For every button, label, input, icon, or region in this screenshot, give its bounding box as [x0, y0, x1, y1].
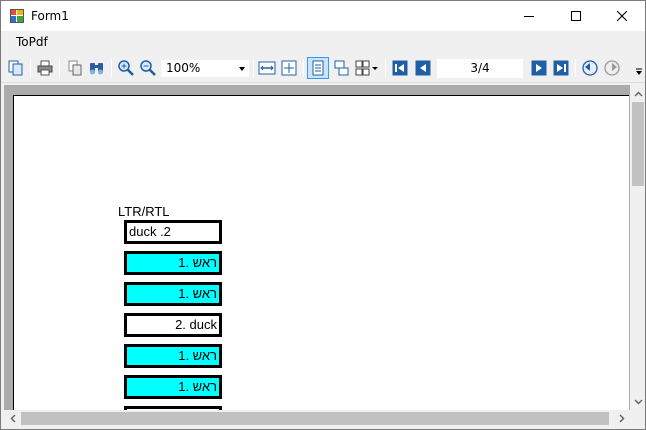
report-cell: ראש .1 [124, 282, 222, 306]
previous-page-icon [415, 60, 431, 76]
page-width-button[interactable] [256, 57, 278, 79]
copy-icon [8, 60, 23, 76]
first-page-button[interactable] [389, 57, 411, 79]
chevron-down-icon [634, 399, 643, 404]
vertical-scrollbar[interactable] [630, 85, 644, 410]
chevron-right-icon [619, 414, 624, 423]
copy-pages-icon [68, 60, 82, 76]
chevron-down-icon [239, 67, 245, 71]
vertical-scroll-thumb[interactable] [632, 102, 644, 186]
continuous-icon [334, 60, 349, 76]
whole-page-icon [281, 60, 297, 76]
chevron-down-icon [636, 68, 642, 75]
report-page: LTR/RTL duck .2 ראש .1 ראש .1 2. duck רא… [13, 95, 629, 427]
forward-button[interactable] [601, 57, 623, 79]
whole-page-button[interactable] [278, 57, 300, 79]
report-cell: ראש .1 [124, 375, 222, 399]
scroll-up-button[interactable] [630, 85, 644, 102]
scroll-down-button[interactable] [630, 393, 644, 410]
back-icon [582, 60, 598, 76]
multi-page-button[interactable] [354, 57, 380, 79]
toolbar-overflow-button[interactable] [634, 57, 644, 79]
continuous-button[interactable] [331, 57, 353, 79]
close-button[interactable] [599, 1, 645, 31]
menu-item-topdf[interactable]: ToPdf [9, 33, 55, 51]
zoom-combo[interactable]: 100% [160, 59, 250, 78]
toolbar-separator [111, 59, 112, 77]
close-icon [617, 11, 627, 21]
horizontal-scroll-thumb[interactable] [21, 412, 609, 425]
single-page-icon [312, 60, 324, 76]
toolbar-separator [59, 59, 60, 77]
scroll-right-button[interactable] [613, 410, 630, 427]
scroll-left-button[interactable] [4, 410, 21, 427]
forward-icon [604, 60, 620, 76]
zoom-in-button[interactable] [115, 57, 137, 79]
zoom-out-icon [140, 60, 156, 76]
window-title: Form1 [31, 9, 69, 23]
next-page-icon [531, 60, 547, 76]
print-preview-area[interactable]: LTR/RTL duck .2 ראש .1 ראש .1 2. duck רא… [4, 85, 644, 427]
zoom-out-button[interactable] [137, 57, 159, 79]
maximize-button[interactable] [553, 1, 599, 31]
report-cell: duck .2 [124, 220, 222, 244]
find-icon [90, 63, 103, 75]
ltr-rtl-label: LTR/RTL [118, 204, 170, 219]
toolbar-separator [30, 59, 31, 77]
toolbar-separator [253, 59, 254, 77]
menu-bar: ToPdf [1, 31, 645, 53]
main-window: Form1 ToPdf 100% 3/4 LTR/RTL duck .2 ראש… [0, 0, 646, 430]
title-bar[interactable]: Form1 [1, 1, 645, 31]
last-page-icon [553, 60, 569, 76]
preview-toolbar: 100% 3/4 [1, 53, 645, 83]
zoom-in-icon [118, 60, 134, 76]
page-width-icon [258, 61, 276, 75]
minimize-icon [524, 16, 534, 17]
print-button[interactable] [34, 57, 56, 79]
find-button[interactable] [86, 57, 108, 79]
previous-page-button[interactable] [412, 57, 434, 79]
multi-page-icon [355, 60, 378, 76]
first-page-icon [392, 60, 408, 76]
copy-pages-button[interactable] [64, 57, 86, 79]
toolbar-separator [575, 59, 576, 77]
copy-button[interactable] [5, 57, 27, 79]
maximize-icon [571, 11, 581, 21]
single-page-button[interactable] [307, 57, 329, 79]
toolbar-separator [385, 59, 386, 77]
horizontal-scrollbar[interactable] [4, 410, 630, 427]
back-button[interactable] [579, 57, 601, 79]
scrollbar-corner [630, 410, 644, 427]
report-cell: ראש .1 [124, 251, 222, 275]
minimize-button[interactable] [506, 1, 552, 31]
zoom-value: 100% [166, 61, 201, 75]
chevron-up-icon [634, 91, 643, 96]
report-cell: ראש .1 [124, 344, 222, 368]
next-page-button[interactable] [528, 57, 550, 79]
toolbar-separator [303, 59, 304, 77]
print-icon [37, 60, 53, 76]
chevron-left-icon [10, 414, 15, 423]
report-cell: 2. duck [124, 313, 222, 337]
page-indicator[interactable]: 3/4 [437, 59, 523, 78]
app-icon [10, 9, 24, 23]
last-page-button[interactable] [550, 57, 572, 79]
